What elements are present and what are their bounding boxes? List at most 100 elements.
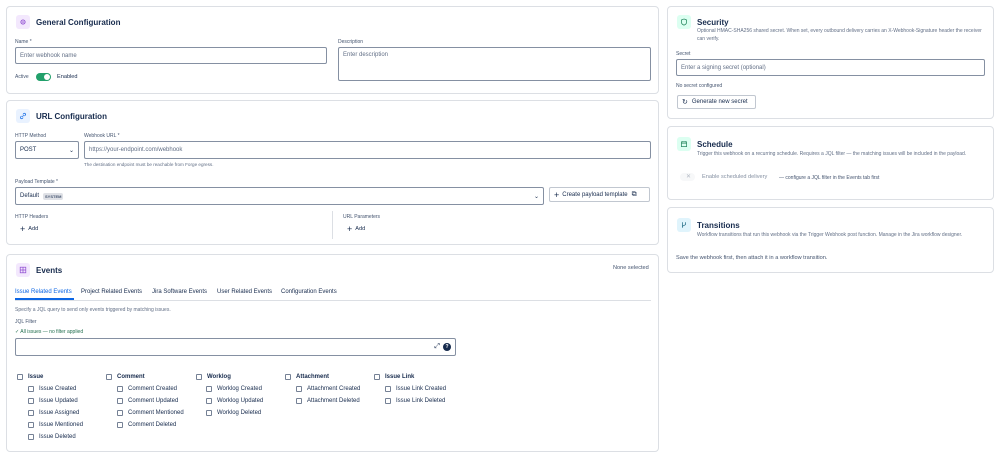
event-group-worklog[interactable]: Worklog — [196, 374, 231, 380]
jql-filter-input[interactable]: ⤢ ? — [15, 338, 456, 356]
checkbox[interactable] — [106, 374, 112, 380]
event-issue-mentioned[interactable]: Issue Mentioned — [28, 422, 83, 428]
system-badge: SYSTEM — [43, 192, 64, 200]
checkbox[interactable] — [28, 386, 34, 392]
tabs-divider — [15, 300, 651, 301]
checkbox[interactable] — [296, 386, 302, 392]
schedule-card: Schedule Trigger this webhook on a recur… — [667, 126, 994, 200]
tab-user-related-events[interactable]: User Related Events — [217, 289, 272, 295]
event-issue-assigned[interactable]: Issue Assigned — [28, 410, 79, 416]
plus-icon: + — [347, 224, 353, 234]
http-headers-label: HTTP Headers — [15, 214, 49, 220]
checkbox[interactable] — [28, 422, 34, 428]
event-group-comment[interactable]: Comment — [106, 374, 145, 380]
events-card: Events None selected Issue Related Event… — [6, 254, 659, 452]
generate-new-secret-button[interactable]: ↻ Generate new secret — [677, 95, 756, 109]
name-label: Name * — [15, 39, 32, 45]
event-issue-link-created[interactable]: Issue Link Created — [385, 386, 446, 392]
payload-template-select[interactable]: Default SYSTEM ⌄ — [15, 187, 544, 205]
transitions-card: Transitions Workflow transitions that ru… — [667, 207, 994, 273]
tab-issue-related-events[interactable]: Issue Related Events — [15, 289, 72, 295]
scheduled-delivery-note: — configure a JQL filter in the Events t… — [779, 175, 880, 181]
plus-icon: + — [554, 189, 560, 200]
checkbox[interactable] — [117, 410, 123, 416]
create-payload-template-button[interactable]: + Create payload template ⧉ — [549, 187, 650, 202]
active-toggle-knob — [44, 74, 50, 80]
event-group-issue-link[interactable]: Issue Link — [374, 374, 414, 380]
security-card: Security Optional HMAC-SHA256 shared sec… — [667, 6, 994, 119]
grid-icon — [16, 263, 30, 277]
general-configuration-title: General Configuration — [36, 17, 121, 27]
tab-project-related-events[interactable]: Project Related Events — [81, 289, 142, 295]
enabled-label: Enabled — [57, 74, 78, 80]
event-group-issue[interactable]: Issue — [17, 374, 43, 380]
plus-icon: + — [20, 224, 26, 234]
transitions-title: Transitions — [697, 220, 740, 230]
checkbox[interactable] — [206, 386, 212, 392]
event-issue-link-deleted[interactable]: Issue Link Deleted — [385, 398, 445, 404]
tab-configuration-events[interactable]: Configuration Events — [281, 289, 337, 295]
checkbox[interactable] — [385, 398, 391, 404]
checkbox[interactable] — [374, 374, 380, 380]
general-configuration-card: General Configuration Name * Enter webho… — [6, 6, 659, 94]
secret-input[interactable]: Enter a signing secret (optional) — [676, 59, 985, 76]
checkbox[interactable] — [17, 374, 23, 380]
scheduled-delivery-label: Enable scheduled delivery — [702, 174, 768, 180]
events-selected-status: None selected — [613, 265, 649, 271]
gear-icon — [16, 15, 30, 29]
calendar-icon — [677, 137, 691, 151]
event-group-attachment[interactable]: Attachment — [285, 374, 329, 380]
event-worklog-created[interactable]: Worklog Created — [206, 386, 262, 392]
event-attachment-created[interactable]: Attachment Created — [296, 386, 360, 392]
description-textarea[interactable]: Enter description — [338, 47, 651, 81]
help-icon[interactable]: ? — [443, 343, 451, 351]
http-method-label: HTTP Method — [15, 133, 47, 139]
url-configuration-card: URL Configuration HTTP Method POST ⌄ Web… — [6, 100, 659, 245]
webhook-name-input[interactable]: Enter webhook name — [15, 47, 327, 64]
event-comment-created[interactable]: Comment Created — [117, 386, 177, 392]
event-attachment-deleted[interactable]: Attachment Deleted — [296, 398, 360, 404]
schedule-title: Schedule — [697, 139, 733, 149]
chevron-down-icon: ⌄ — [68, 147, 74, 154]
webhook-url-input[interactable]: https://your-endpoint.com/webhook — [84, 141, 651, 159]
event-worklog-updated[interactable]: Worklog Updated — [206, 398, 263, 404]
checkbox[interactable] — [285, 374, 291, 380]
transitions-note: Save the webhook first, then attach it i… — [676, 255, 828, 261]
event-comment-mentioned[interactable]: Comment Mentioned — [117, 410, 184, 416]
expand-icon[interactable]: ⤢ — [434, 343, 440, 351]
active-toggle[interactable] — [36, 73, 51, 81]
payload-template-label: Payload Template * — [15, 179, 58, 185]
secret-status: No secret configured — [676, 83, 723, 89]
event-issue-deleted[interactable]: Issue Deleted — [28, 434, 76, 440]
checkbox[interactable] — [28, 410, 34, 416]
webhook-url-label: Webhook URL * — [84, 133, 120, 139]
close-icon: ✕ — [686, 174, 692, 180]
add-parameter-button[interactable]: + Add — [347, 224, 365, 234]
checkbox[interactable] — [385, 386, 391, 392]
secret-label: Secret — [676, 51, 691, 57]
link-icon — [16, 109, 30, 123]
jql-status: ✓ All issues — no filter applied — [15, 329, 84, 335]
tab-jira-software-events[interactable]: Jira Software Events — [152, 289, 207, 295]
checkbox[interactable] — [28, 398, 34, 404]
checkbox[interactable] — [117, 398, 123, 404]
transitions-description: Workflow transitions that run this webho… — [697, 232, 963, 238]
event-worklog-deleted[interactable]: Worklog Deleted — [206, 410, 261, 416]
security-title: Security — [697, 17, 729, 27]
checkbox[interactable] — [28, 434, 34, 440]
event-issue-updated[interactable]: Issue Updated — [28, 398, 78, 404]
checkbox[interactable] — [296, 398, 302, 404]
scheduled-delivery-toggle[interactable]: ✕ — [680, 173, 695, 181]
http-method-select[interactable]: POST ⌄ — [15, 141, 79, 159]
checkbox[interactable] — [206, 410, 212, 416]
event-issue-created[interactable]: Issue Created — [28, 386, 76, 392]
event-comment-updated[interactable]: Comment Updated — [117, 398, 178, 404]
active-label: Active — [15, 74, 29, 80]
checkbox[interactable] — [117, 386, 123, 392]
schedule-description: Trigger this webhook on a recurring sche… — [697, 151, 967, 157]
checkbox[interactable] — [196, 374, 202, 380]
checkbox[interactable] — [206, 398, 212, 404]
add-header-button[interactable]: + Add — [20, 224, 38, 234]
event-comment-deleted[interactable]: Comment Deleted — [117, 422, 176, 428]
checkbox[interactable] — [117, 422, 123, 428]
